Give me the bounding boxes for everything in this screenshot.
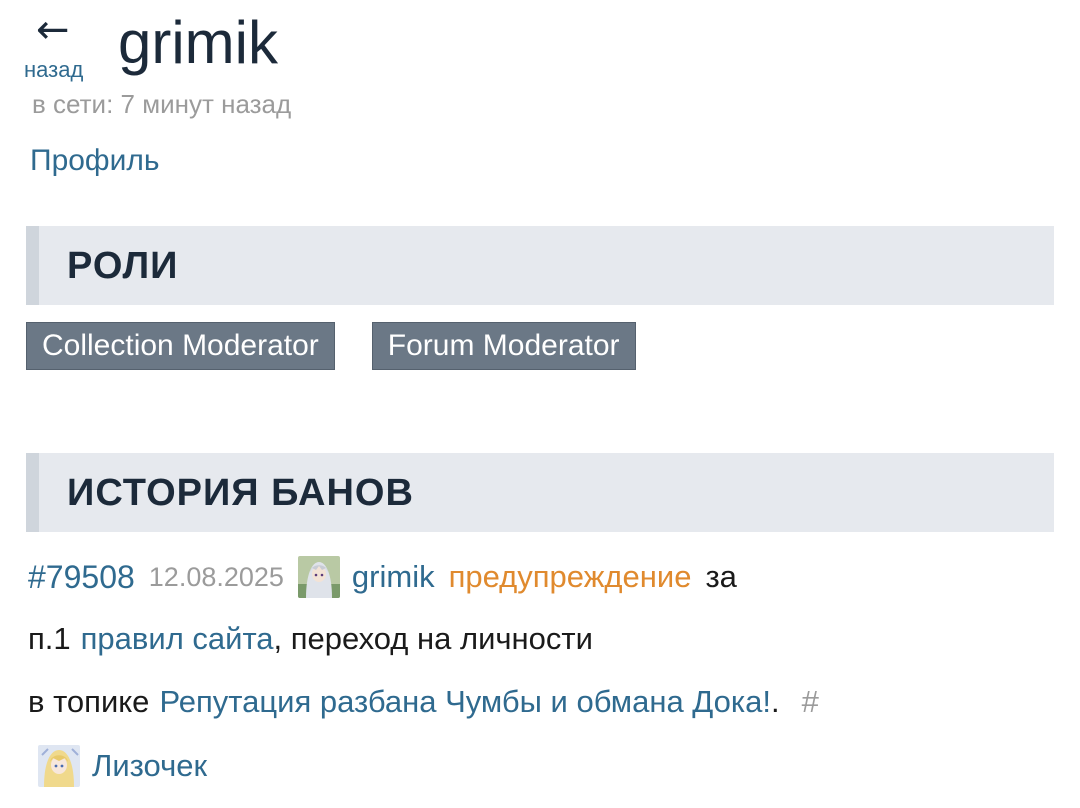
ban-anchor-link[interactable]: # [802,682,819,722]
ban-history-section-title: ИСТОРИЯ БАНОВ [67,472,414,514]
user-profile-page: ← назад grimik в сети: 7 минут назад Про… [0,0,1080,808]
ban-entry-line-2: п.1 правил сайта , переход на личности [28,619,593,659]
moderator-username-link[interactable]: grimik [352,557,435,597]
rule-number: п.1 [28,621,71,656]
page-title: grimik [118,9,278,76]
back-label: назад [24,57,84,82]
topic-prefix: в топике [28,684,150,719]
ban-history-section-header: ИСТОРИЯ БАНОВ [26,453,1054,532]
ban-reason: , переход на личности [273,621,593,656]
back-link[interactable]: ← назад [24,10,94,82]
site-rules-link[interactable]: правил сайта [81,619,274,659]
ban-type-label: предупреждение [448,559,692,594]
back-arrow-icon: ← [36,7,70,53]
ban-for-word: за [705,559,737,594]
profile-link[interactable]: Профиль [30,142,160,180]
ban-entry-line-1: #79508 12.08.2025 grimik предупреждение … [28,556,737,598]
roles-section-title: РОЛИ [67,245,179,287]
target-user-avatar[interactable] [38,745,80,787]
ban-entry-line-3: в топике Репутация разбана Чумбы и обман… [28,682,819,722]
roles-section-header: РОЛИ [26,226,1054,305]
ban-entry-line-4: Лизочек [38,745,207,787]
role-badge-collection-moderator: Collection Moderator [26,322,335,370]
ban-id-link[interactable]: #79508 [28,557,135,597]
topic-link[interactable]: Репутация разбана Чумбы и обмана Дока! [159,682,771,722]
online-status: в сети: 7 минут назад [32,89,292,119]
role-badge-forum-moderator: Forum Moderator [371,322,636,370]
target-username-link[interactable]: Лизочек [92,746,207,786]
topic-suffix: . [770,684,780,719]
roles-list: Collection Moderator Forum Moderator [26,322,636,370]
ban-date: 12.08.2025 [148,562,284,592]
moderator-avatar[interactable] [297,556,340,598]
